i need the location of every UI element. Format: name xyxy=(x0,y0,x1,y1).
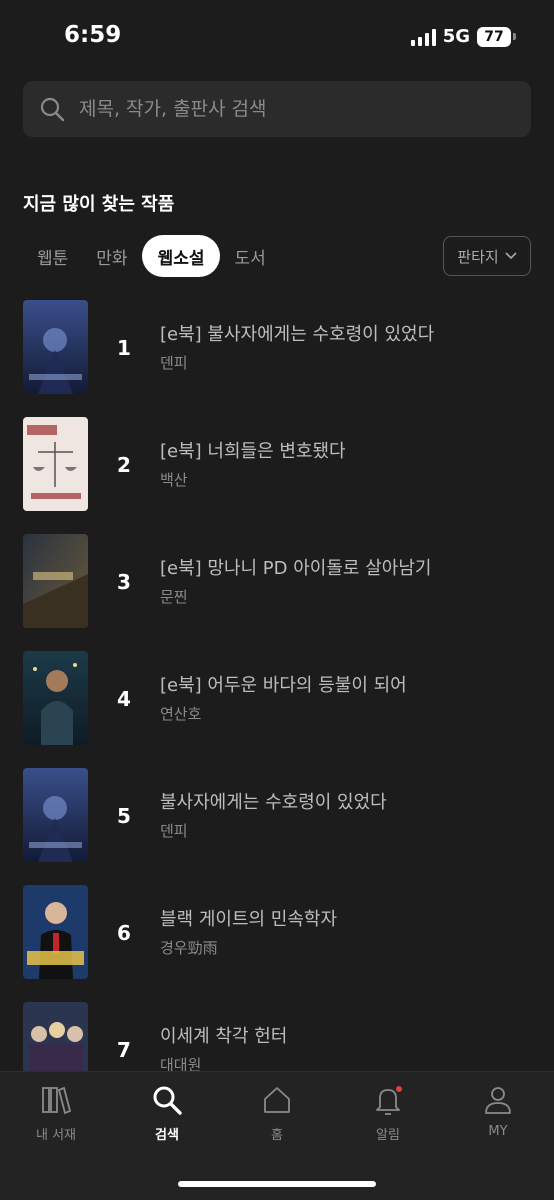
status-bar: 6:59 5G 77 xyxy=(0,0,554,76)
book-title: [e북] 망나니 PD 아이돌로 살아남기 xyxy=(160,558,432,579)
book-author: 대대원 xyxy=(160,1056,202,1071)
rank-number: 5 xyxy=(117,804,131,828)
rank-number: 3 xyxy=(117,570,131,594)
nav-label: 내 서재 xyxy=(35,1128,76,1143)
nav-notifications[interactable]: 알림 xyxy=(343,1084,433,1143)
list-item[interactable]: 5 불사자에게는 수호령이 있었다 덴피 xyxy=(0,768,554,884)
list-item[interactable]: 7 이세계 착각 헌터 대대원 xyxy=(0,1002,554,1071)
home-icon xyxy=(264,1087,290,1113)
home-indicator xyxy=(178,1181,376,1187)
list-item[interactable]: 2 [e북] 너희들은 변호됐다 백산 xyxy=(0,417,554,533)
book-title: [e북] 어두운 바다의 등불이 되어 xyxy=(160,675,407,696)
book-title: 불사자에게는 수호령이 있었다 xyxy=(160,792,387,813)
section-title: 지금 많이 찾는 작품 xyxy=(23,194,175,215)
network-type: 5G xyxy=(442,26,470,47)
battery-icon: 77 xyxy=(477,26,516,47)
status-time: 6:59 xyxy=(64,22,122,48)
signal-icon xyxy=(410,28,436,46)
search-bar[interactable] xyxy=(23,81,531,137)
book-cover xyxy=(23,417,88,511)
nav-label: 홈 xyxy=(271,1128,283,1143)
book-author: 덴피 xyxy=(160,822,188,840)
book-title: 이세계 착각 헌터 xyxy=(160,1026,288,1047)
nav-label: MY xyxy=(488,1124,508,1139)
book-author: 연산호 xyxy=(160,705,202,723)
book-author: 경우勁雨 xyxy=(160,939,218,957)
genre-filter-dropdown[interactable]: 판타지 xyxy=(443,236,531,276)
rank-number: 6 xyxy=(117,921,131,945)
search-icon xyxy=(153,1086,182,1115)
tab-webnovel[interactable]: 웹소설 xyxy=(141,235,221,277)
book-cover xyxy=(23,651,88,745)
tab-webtoon[interactable]: 웹툰 xyxy=(23,235,82,277)
book-title: 블랙 게이트의 민속학자 xyxy=(160,909,338,930)
book-author: 백산 xyxy=(160,471,188,489)
search-input[interactable] xyxy=(79,98,479,120)
book-title: [e북] 너희들은 변호됐다 xyxy=(160,441,346,462)
book-cover xyxy=(23,1002,88,1071)
book-title: [e북] 불사자에게는 수호령이 있었다 xyxy=(160,324,435,345)
tab-book[interactable]: 도서 xyxy=(220,235,279,277)
nav-my[interactable]: MY xyxy=(453,1084,543,1139)
rank-number: 7 xyxy=(117,1038,131,1062)
nav-search[interactable]: 검색 xyxy=(122,1084,212,1143)
list-item[interactable]: 3 [e북] 망나니 PD 아이돌로 살아남기 문찐 xyxy=(0,534,554,650)
book-cover xyxy=(23,885,88,979)
rank-number: 4 xyxy=(117,687,131,711)
book-author: 덴피 xyxy=(160,354,188,372)
book-author: 문찐 xyxy=(160,588,188,606)
popular-books-list: 1 [e북] 불사자에게는 수호령이 있었다 덴피 2 [e북] 너희들은 변호… xyxy=(0,300,554,1071)
profile-icon xyxy=(485,1087,511,1114)
genre-filter-label: 판타지 xyxy=(457,247,499,266)
status-indicators: 5G 77 xyxy=(410,26,516,47)
chevron-down-icon xyxy=(505,252,517,260)
search-icon xyxy=(40,97,65,122)
nav-label: 알림 xyxy=(376,1128,400,1143)
list-item[interactable]: 4 [e북] 어두운 바다의 등불이 되어 연산호 xyxy=(0,651,554,767)
book-cover xyxy=(23,768,88,862)
rank-number: 1 xyxy=(117,336,131,360)
nav-library[interactable]: 내 서재 xyxy=(11,1084,101,1143)
bell-icon xyxy=(376,1086,402,1115)
list-item[interactable]: 6 블랙 게이트의 민속학자 경우勁雨 xyxy=(0,885,554,1001)
nav-home[interactable]: 홈 xyxy=(232,1084,322,1143)
book-cover xyxy=(23,300,88,394)
tab-comic[interactable]: 만화 xyxy=(82,235,141,277)
rank-number: 2 xyxy=(117,453,131,477)
library-icon xyxy=(42,1086,72,1115)
battery-level: 77 xyxy=(477,26,511,47)
nav-label: 검색 xyxy=(155,1128,179,1143)
category-tabs: 웹툰 만화 웹소설 도서 xyxy=(23,235,280,277)
list-item[interactable]: 1 [e북] 불사자에게는 수호령이 있었다 덴피 xyxy=(0,300,554,416)
book-cover xyxy=(23,534,88,628)
